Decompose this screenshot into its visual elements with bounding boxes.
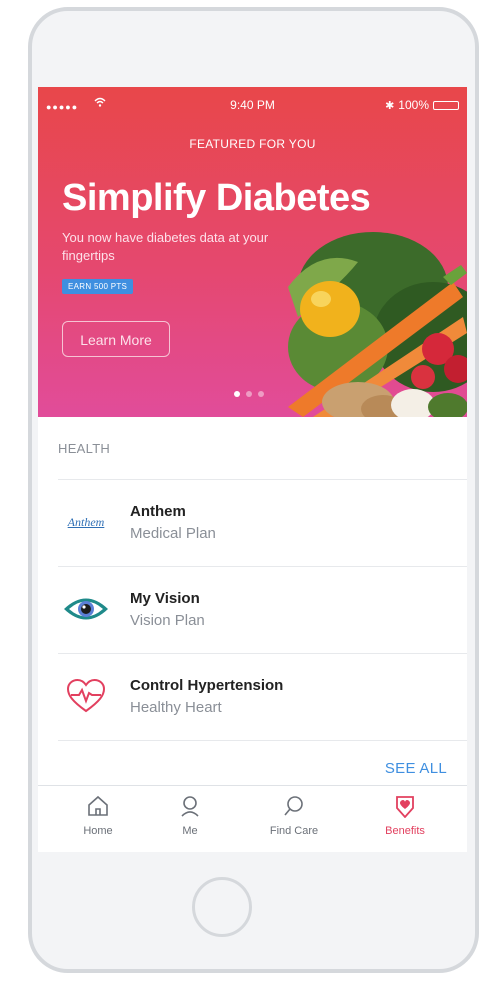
pager-dot[interactable] [246,391,252,397]
tab-label: Home [83,825,113,837]
anthem-logo-icon: Anthem [67,514,105,529]
tab-bar: Home Me Find Care Benefits [38,785,467,852]
tab-find-care[interactable]: Find Care [254,794,334,837]
list-item-hypertension[interactable]: Control Hypertension Healthy Heart [58,653,467,741]
bluetooth-icon: ✱ [385,99,395,112]
heart-badge-icon [393,796,417,822]
list-item-title: Anthem [130,503,186,520]
tab-label: Me [182,825,198,837]
home-button[interactable] [192,877,252,937]
featured-label: FEATURED FOR YOU [189,137,316,151]
list-item-subtitle: Healthy Heart [130,699,222,716]
status-bar: ●●●●● 9:40 PM ✱ 100% [46,97,459,113]
pager-dot[interactable] [234,391,240,397]
section-title: HEALTH [58,441,111,456]
person-icon [178,796,202,822]
battery-percent: 100% [398,98,429,112]
learn-more-button[interactable]: Learn More [62,321,170,357]
pager-dot[interactable] [258,391,264,397]
list-item-subtitle: Vision Plan [130,612,205,629]
see-all-link[interactable]: SEE ALL [385,760,447,777]
app-screen: ●●●●● 9:40 PM ✱ 100% FEATURED FOR YOU Si… [38,87,467,852]
hero-subtitle: You now have diabetes data at your finge… [62,230,269,263]
battery-status: ✱ 100% [385,98,459,112]
points-badge: EARN 500 PTS [62,279,134,294]
tab-home[interactable]: Home [58,794,138,837]
search-icon [282,796,306,822]
list-item-title: Control Hypertension [130,677,284,694]
tab-label: Find Care [269,825,319,837]
house-icon [86,795,110,822]
list-item-title: My Vision [130,590,200,607]
battery-icon [433,100,459,110]
carousel-pager[interactable] [234,391,264,397]
hero-title: Simplify Diabetes [62,177,371,219]
heart-pulse-icon [58,676,114,716]
tab-label: Benefits [385,825,425,837]
list-item-anthem[interactable]: Anthem Anthem Medical Plan [58,479,467,566]
list-item-subtitle: Medical Plan [130,525,216,542]
featured-banner[interactable]: ●●●●● 9:40 PM ✱ 100% FEATURED FOR YOU Si… [38,87,467,417]
tab-me[interactable]: Me [150,794,230,837]
eye-icon [58,589,114,629]
health-list: Anthem Anthem Medical Plan My Vision Vis… [38,479,467,741]
tab-benefits[interactable]: Benefits [365,794,445,837]
list-item-vision[interactable]: My Vision Vision Plan [58,566,467,653]
